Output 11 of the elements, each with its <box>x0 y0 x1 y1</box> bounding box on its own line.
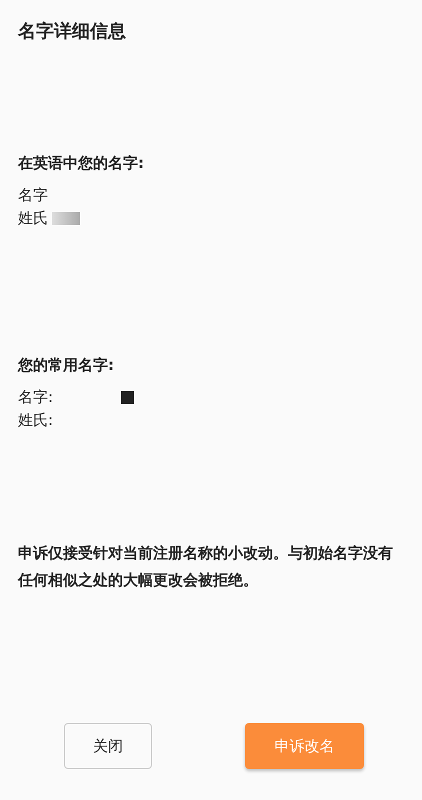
page-title: 名字详细信息 <box>18 20 127 44</box>
close-button[interactable]: 关闭 <box>64 723 152 769</box>
field-label: 姓氏: <box>18 410 54 431</box>
redaction-mark <box>52 212 80 225</box>
field-label: 名字 <box>18 185 48 206</box>
section-heading: 您的常用名字: <box>18 355 115 376</box>
field-label: 姓氏 <box>18 208 48 229</box>
field-label: 名字: <box>18 387 54 408</box>
section-heading: 在英语中您的名字: <box>18 153 145 174</box>
notice-text: 申诉仅接受针对当前注册名称的小改动。与初始名字没有任何相似之处的大幅更改会被拒绝。 <box>18 543 394 591</box>
redaction-mark <box>121 391 134 404</box>
